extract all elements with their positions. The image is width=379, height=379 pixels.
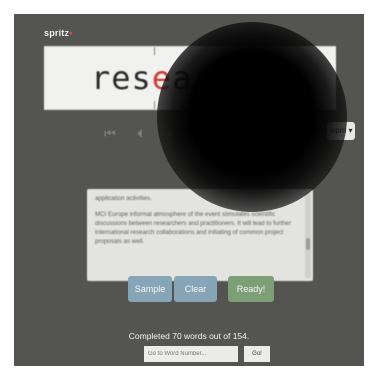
logo-dot: • xyxy=(69,28,73,38)
word-prefix: res xyxy=(91,59,152,97)
previous-icon[interactable]: ⏴ xyxy=(132,123,148,145)
text-paragraph-2: MCI Europe informal atmosphere of the ev… xyxy=(95,211,292,245)
clear-button[interactable]: Clear xyxy=(174,276,217,302)
goto-row: Go! xyxy=(144,346,270,362)
dark-occlusion-blob xyxy=(157,22,347,212)
focus-guide-bottom xyxy=(154,101,155,109)
sample-button[interactable]: Sample xyxy=(128,276,172,302)
ready-button[interactable]: Ready! xyxy=(228,276,274,302)
text-scrollbar[interactable] xyxy=(305,192,311,278)
spritz-logo: spritz• xyxy=(44,28,73,38)
reader-page: spritz• resear ⏮ ⏴ ⏸ wpm ▾ application a… xyxy=(14,14,364,366)
goto-word-input[interactable] xyxy=(144,346,238,362)
progress-status: Completed 70 words out of 154. xyxy=(128,331,250,341)
scroll-thumb[interactable] xyxy=(306,238,310,250)
focus-guide-top xyxy=(154,47,155,55)
first-icon[interactable]: ⏮ xyxy=(102,123,118,145)
go-button[interactable]: Go! xyxy=(244,346,270,362)
